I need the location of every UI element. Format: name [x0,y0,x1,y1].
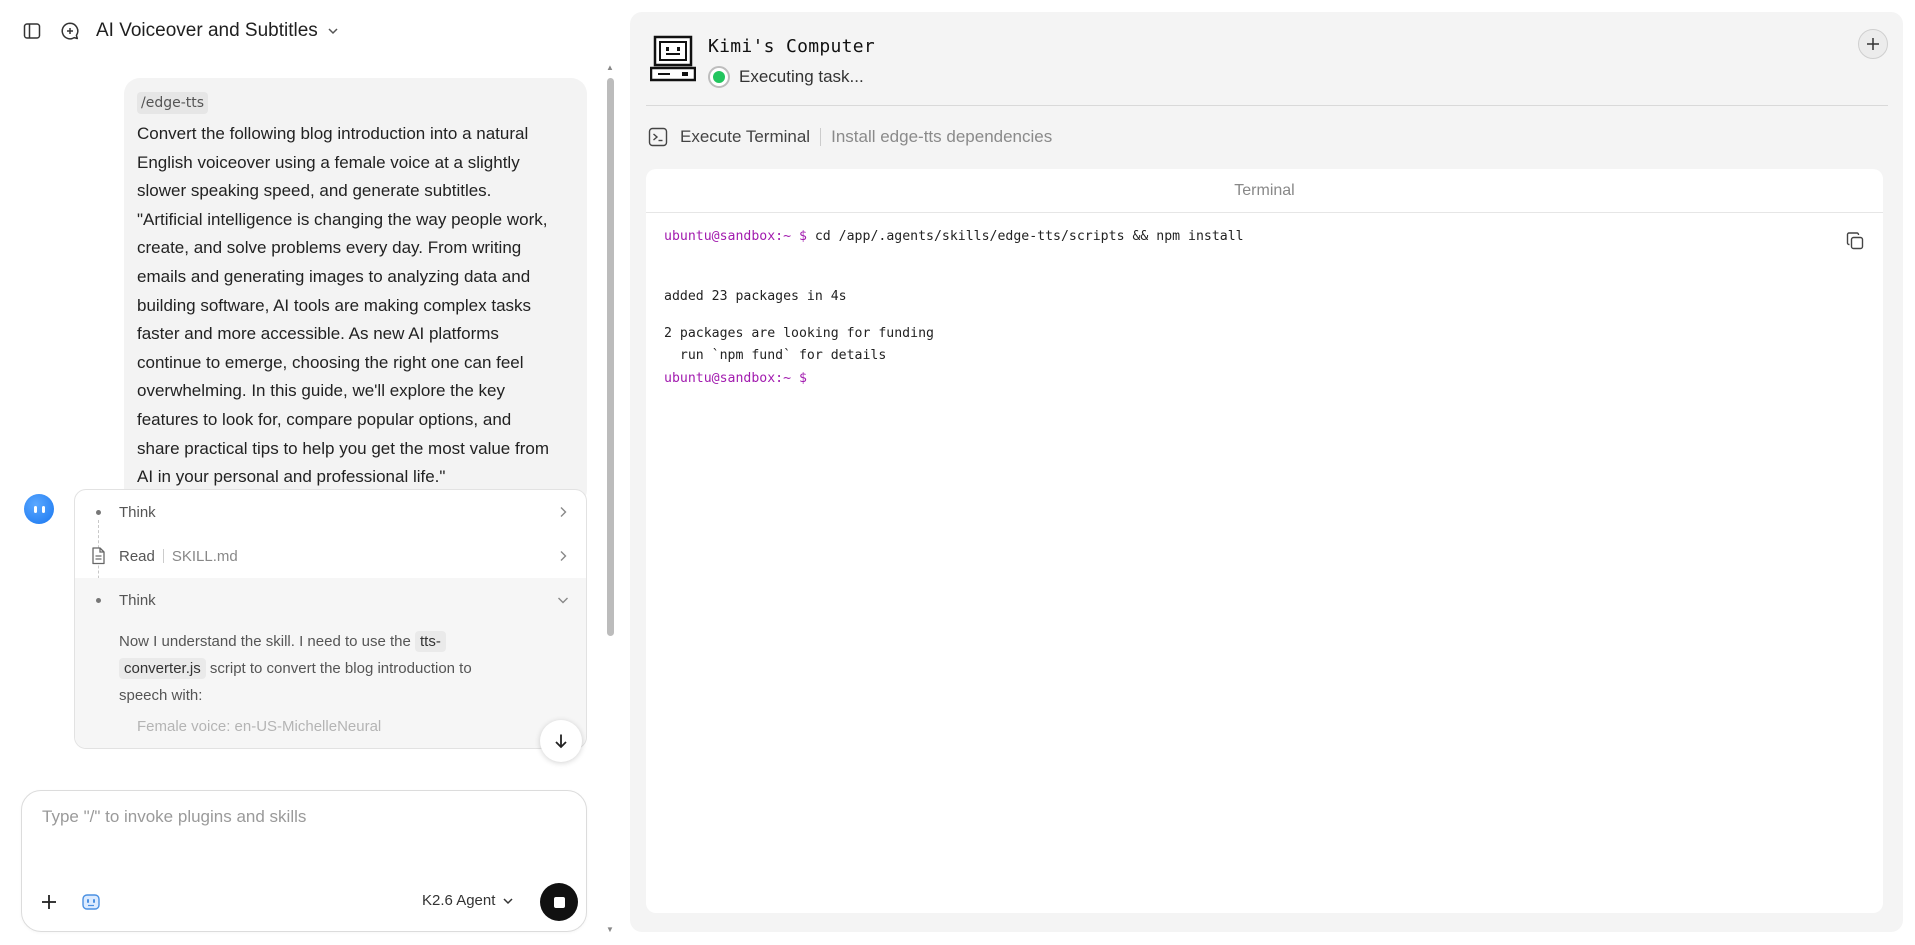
step-think[interactable]: Think [75,490,586,534]
terminal-prompt: ubuntu@sandbox:~ $ [664,229,807,244]
message-line: "Artificial intelligence is changing the… [137,209,548,229]
stop-button[interactable] [540,883,578,921]
scrollbar-thumb[interactable] [607,78,614,636]
message-line: share practical tips to help you get the… [137,438,549,458]
add-button[interactable] [1858,29,1888,59]
chat-title[interactable]: AI Voiceover and Subtitles [96,20,340,42]
chat-scrollbar[interactable]: ▲ ▼ [606,64,614,934]
message-composer[interactable]: Type "/" to invoke plugins and skills K2… [21,790,587,932]
computer-icon [650,35,696,82]
computer-panel: Kimi's Computer Executing task... Execut… [630,12,1903,932]
plus-icon [1867,38,1879,50]
avatar-eye [41,505,45,513]
terminal-output: ubuntu@sandbox:~ $ cd /app/.agents/skill… [664,225,1843,391]
header-divider [646,105,1888,106]
scroll-up-arrow-icon[interactable]: ▲ [606,64,614,72]
terminal-prompt: ubuntu@sandbox:~ $ [664,371,807,386]
think-content: Now I understand the skill. I need to us… [75,622,586,748]
current-action: Execute Terminal Install edge-tts depend… [648,127,1052,147]
message-line: faster and more accessible. As new AI pl… [137,324,499,344]
step-file-name: SKILL.md [171,547,238,565]
chevron-right-icon [560,507,567,517]
copy-icon[interactable] [1845,231,1865,251]
terminal-output-line: added 23 packages in 4s [664,289,847,304]
message-line: create, and solve problems every day. Fr… [137,238,522,258]
chevron-right-icon [560,551,567,561]
step-think-expanded[interactable]: Think [75,578,586,622]
terminal-command: cd /app/.agents/skills/edge-tts/scripts … [806,229,1244,244]
terminal-window[interactable]: Terminal ubuntu@sandbox:~ $ cd /app/.age… [646,169,1883,913]
action-separator [820,128,822,146]
step-dot [96,510,101,515]
computer-name: Kimi's Computer [708,36,876,57]
status-indicator-icon [708,66,730,88]
scroll-to-bottom-button[interactable] [540,720,582,762]
message-line: AI in your personal and professional lif… [137,467,446,487]
step-dot [96,598,101,603]
avatar-eye [33,505,37,513]
model-name: K2.6 Agent [422,892,496,909]
step-label: Read [119,547,155,565]
terminal-icon [648,127,668,147]
chat-title-text: AI Voiceover and Subtitles [96,20,318,41]
new-chat-icon[interactable] [58,19,82,43]
action-label: Execute Terminal [680,127,811,146]
inline-code: converter.js [119,658,206,679]
think-text: speech with: [119,687,203,704]
inline-code: tts- [415,631,446,652]
terminal-command-line: ubuntu@sandbox:~ $ cd /app/.agents/skill… [664,225,1843,249]
assistant-avatar [24,494,54,524]
terminal-output-line: run `npm fund` for details [664,348,887,363]
step-label: Think [119,591,156,609]
user-message-bubble: /edge-tts Convert the following blog int… [124,78,587,506]
model-selector[interactable]: K2.6 Agent [422,892,515,909]
message-line: features to look for, compare popular op… [137,409,512,429]
user-message-text: Convert the following blog introduction … [137,120,573,492]
stop-icon [553,896,565,908]
think-text: script to convert the blog introduction … [209,660,472,677]
computer-status: Executing task... [708,66,875,88]
skill-bot-icon[interactable] [80,891,102,913]
status-text: Executing task... [739,67,864,86]
message-line: building software, AI tools are making c… [137,295,532,315]
message-line: overwhelming. In this guide, we'll explo… [137,381,505,401]
step-label: Think [119,503,156,521]
computer-info: Kimi's Computer Executing task... [708,34,875,88]
chevron-down-icon [503,897,513,904]
step-read[interactable]: Read SKILL.md [75,534,586,578]
chat-panel: AI Voiceover and Subtitles /edge-tts Con… [0,0,615,945]
scroll-down-arrow-icon[interactable]: ▼ [606,926,614,934]
think-faded-line: Female voice: en-US-MichelleNeural [137,718,382,735]
agent-steps-card: Think Read SKILL.md Think Now I understa… [74,489,587,749]
message-line: emails and generating images to analyzin… [137,266,531,286]
terminal-title: Terminal [646,169,1883,213]
file-icon [92,547,105,565]
message-line: English voiceover using a female voice a… [137,152,520,172]
message-line: slower speaking speed, and generate subt… [137,181,492,201]
chevron-down-icon [558,597,568,604]
message-line: continue to emerge, choosing the right o… [137,352,524,372]
action-description: Install edge-tts dependencies [831,127,1053,146]
arrow-down-icon [555,734,567,749]
plus-icon[interactable] [38,891,60,913]
terminal-output-line: 2 packages are looking for funding [664,326,934,341]
think-text: Now I understand the skill. I need to us… [119,633,411,650]
sidebar-toggle-icon[interactable] [20,19,44,43]
composer-input[interactable]: Type "/" to invoke plugins and skills [42,807,306,827]
skill-tag: /edge-tts [137,92,209,114]
computer-header: Kimi's Computer Executing task... [650,34,875,88]
terminal-prompt-line: ubuntu@sandbox:~ $ [664,367,1843,391]
app-window: AI Voiceover and Subtitles /edge-tts Con… [0,0,1915,945]
step-separator [162,549,164,563]
chevron-down-icon [328,28,338,35]
chat-header: AI Voiceover and Subtitles [20,18,340,44]
message-line: Convert the following blog introduction … [137,124,529,143]
